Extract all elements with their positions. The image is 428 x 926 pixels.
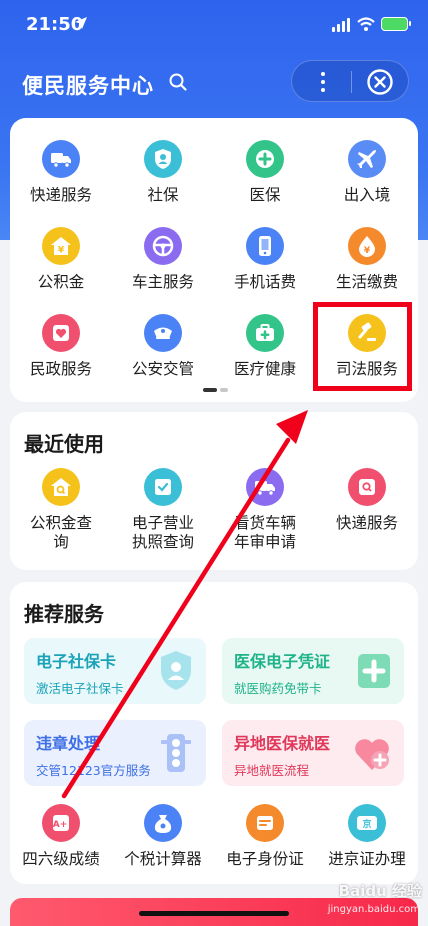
svg-text:¥: ¥ [364,246,371,256]
battery-icon [381,17,411,31]
service-express[interactable]: 快递服务 [10,140,112,205]
service-civil-affairs[interactable]: 民政服务 [10,314,112,379]
rec-item-label: 四六级成绩 [22,850,100,868]
medical-card-icon [358,654,390,688]
police-cap-icon [144,314,182,352]
recent-housing-fund-query[interactable]: 公积金查询 [10,468,112,552]
wifi-icon [357,17,375,31]
app-header: 便民服务中心 [0,58,428,108]
recent-label: 公积金查询 [29,514,92,551]
service-label: 公积金 [37,273,85,291]
truck-check-icon [246,468,284,506]
license-icon [144,468,182,506]
watermark-url: jingyan.baidu.com [327,904,420,915]
highlight-box [313,302,412,391]
steering-wheel-icon [144,227,182,265]
service-car-owner[interactable]: 车主服务 [112,227,214,292]
service-entry-exit[interactable]: 出入境 [316,140,418,205]
svg-text:¥: ¥ [58,246,65,256]
beijing-pass-icon: 京 [348,804,386,842]
rec-beijing-pass[interactable]: 京 进京证办理 [316,804,418,869]
rec-card-remote-medical[interactable]: 异地医保就医 异地就医流程 [222,720,404,786]
recent-express[interactable]: 快递服务 [316,468,418,552]
rec-electronic-id[interactable]: 电子身份证 [214,804,316,869]
medical-kit-icon [246,314,284,352]
recent-title: 最近使用 [24,432,104,456]
recent-row: 公积金查询 电子营业执照查询 看货车辆年审申请 快递服务 [10,468,418,552]
recent-label: 看货车辆年审申请 [233,514,296,551]
service-label: 公安交管 [131,360,194,378]
phone-icon [246,227,284,265]
shield-person-icon [144,140,182,178]
home-indicator[interactable] [139,911,289,916]
airplane-icon [348,140,386,178]
service-label: 民政服务 [29,360,92,378]
service-social-security[interactable]: 社保 [112,140,214,205]
rec-tax-calculator[interactable]: 个税计算器 [112,804,214,869]
page-indicator [203,388,228,392]
recommended-row: A+ 四六级成绩 个税计算器 电子身份证 京 进京证办理 [10,804,418,869]
grade-icon: A+ [42,804,80,842]
shield-person-icon [161,651,191,690]
service-label: 手机话费 [233,273,296,291]
service-label: 出入境 [343,186,391,204]
medical-cross-icon [246,140,284,178]
service-healthcare[interactable]: 医疗健康 [214,314,316,379]
cellular-signal-icon [332,18,350,32]
heart-icon [42,314,80,352]
rec-card-traffic-violation[interactable]: 违章处理 交管12123官方服务 [24,720,206,786]
miniapp-capsule [291,60,409,102]
water-drop-icon: ¥ [348,227,386,265]
house-search-icon [42,468,80,506]
search-icon[interactable] [168,72,188,92]
tax-bag-icon [144,804,182,842]
svg-text:京: 京 [362,818,371,830]
recent-card: 最近使用 公积金查询 电子营业执照查询 看货车辆年审申请 快递服务 [10,412,418,570]
service-label: 医疗健康 [233,360,296,378]
house-yuan-icon: ¥ [42,227,80,265]
service-label: 车主服务 [131,273,194,291]
recommended-card: 推荐服务 电子社保卡 激活电子社保卡 医保电子凭证 就医购药免带卡 违章处理 交… [10,582,418,884]
service-phone-bill[interactable]: 手机话费 [214,227,316,292]
service-label: 快递服务 [29,186,92,204]
svg-text:A+: A+ [53,820,68,830]
watermark-brand: Baidu 经验 [338,882,422,900]
rec-item-label: 个税计算器 [124,850,202,868]
rec-item-label: 进京证办理 [328,850,406,868]
package-search-icon [348,468,386,506]
service-public-security[interactable]: 公安交管 [112,314,214,379]
more-options-icon[interactable] [306,61,340,103]
page-title: 便民服务中心 [22,74,154,98]
service-label: 生活缴费 [335,273,398,291]
service-medical-insurance[interactable]: 医保 [214,140,316,205]
service-utilities[interactable]: ¥ 生活缴费 [316,227,418,292]
rec-card-social-security[interactable]: 电子社保卡 激活电子社保卡 [24,638,206,704]
status-bar: 21:50 [0,0,428,54]
id-card-icon [246,804,284,842]
rec-item-label: 电子身份证 [226,850,304,868]
recent-label: 电子营业执照查询 [131,514,194,551]
recent-label: 快递服务 [335,514,398,532]
service-label: 社保 [147,186,179,204]
service-housing-fund[interactable]: ¥ 公积金 [10,227,112,292]
traffic-light-icon [161,734,191,772]
services-row-1: 快递服务 社保 医保 出入境 [10,140,418,205]
rec-cet-score[interactable]: A+ 四六级成绩 [10,804,112,869]
capsule-divider [351,71,352,93]
service-label: 医保 [249,186,281,204]
close-icon[interactable] [366,68,394,96]
rec-card-medical-voucher[interactable]: 医保电子凭证 就医购药免带卡 [222,638,404,704]
services-row-2: ¥ 公积金 车主服务 手机话费 ¥ 生活缴费 [10,227,418,292]
heart-plus-icon [355,739,389,770]
recent-business-license-query[interactable]: 电子营业执照查询 [112,468,214,552]
location-arrow-icon [75,17,87,29]
recent-truck-annual-inspection[interactable]: 看货车辆年审申请 [214,468,316,552]
truck-icon [42,140,80,178]
recommended-title: 推荐服务 [24,602,104,626]
